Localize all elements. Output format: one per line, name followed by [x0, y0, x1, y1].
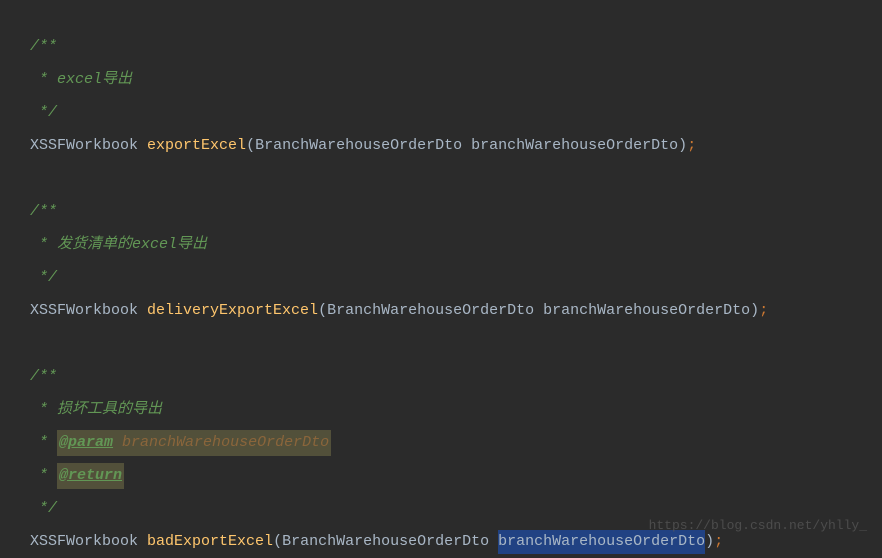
param-type: BranchWarehouseOrderDto [327, 299, 543, 323]
javadoc-text: * excel导出 [30, 68, 132, 92]
code-editor[interactable]: /** * excel导出 */ XSSFWorkbook exportExce… [30, 30, 882, 558]
open-paren: ( [273, 530, 282, 554]
javadoc-text: * 损坏工具的导出 [30, 398, 162, 422]
tag-space [113, 434, 122, 451]
param-type: BranchWarehouseOrderDto [255, 134, 471, 158]
code-line: XSSFWorkbook exportExcel(BranchWarehouse… [30, 129, 882, 162]
code-line: * 发货清单的excel导出 [30, 228, 882, 261]
param-name: branchWarehouseOrderDto [543, 299, 750, 323]
code-line: /** [30, 30, 882, 63]
watermark: https://blog.csdn.net/yhlly_ [649, 516, 867, 537]
method-name: badExportExcel [147, 530, 273, 554]
javadoc-start: /** [30, 200, 57, 224]
return-type: XSSFWorkbook [30, 299, 147, 323]
semicolon: ; [759, 299, 768, 323]
code-line: */ [30, 261, 882, 294]
code-line: * @param branchWarehouseOrderDto [30, 426, 882, 459]
return-type: XSSFWorkbook [30, 134, 147, 158]
javadoc-end: */ [30, 266, 57, 290]
tag-param-name: branchWarehouseOrderDto [122, 434, 329, 451]
tag-highlight: @param branchWarehouseOrderDto [57, 430, 331, 456]
code-line: XSSFWorkbook deliveryExportExcel(BranchW… [30, 294, 882, 327]
param-tag: @param [59, 434, 113, 451]
code-line: /** [30, 195, 882, 228]
return-tag: @return [59, 467, 122, 484]
code-line-empty [30, 162, 882, 195]
param-name: branchWarehouseOrderDto [471, 134, 678, 158]
code-line-empty [30, 327, 882, 360]
open-paren: ( [318, 299, 327, 323]
javadoc-end: */ [30, 101, 57, 125]
close-paren: ) [750, 299, 759, 323]
code-line: * @return [30, 459, 882, 492]
method-name: exportExcel [147, 134, 246, 158]
javadoc-text: * 发货清单的excel导出 [30, 233, 207, 257]
javadoc-prefix: * [30, 464, 57, 488]
close-paren: ) [678, 134, 687, 158]
param-type: BranchWarehouseOrderDto [282, 530, 498, 554]
code-line: * excel导出 [30, 63, 882, 96]
code-line: */ [30, 96, 882, 129]
return-type: XSSFWorkbook [30, 530, 147, 554]
javadoc-start: /** [30, 35, 57, 59]
code-line: /** [30, 360, 882, 393]
code-line: * 损坏工具的导出 [30, 393, 882, 426]
javadoc-end: */ [30, 497, 57, 521]
open-paren: ( [246, 134, 255, 158]
method-name: deliveryExportExcel [147, 299, 318, 323]
tag-highlight: @return [57, 463, 124, 489]
javadoc-prefix: * [30, 431, 57, 455]
semicolon: ; [687, 134, 696, 158]
javadoc-start: /** [30, 365, 57, 389]
